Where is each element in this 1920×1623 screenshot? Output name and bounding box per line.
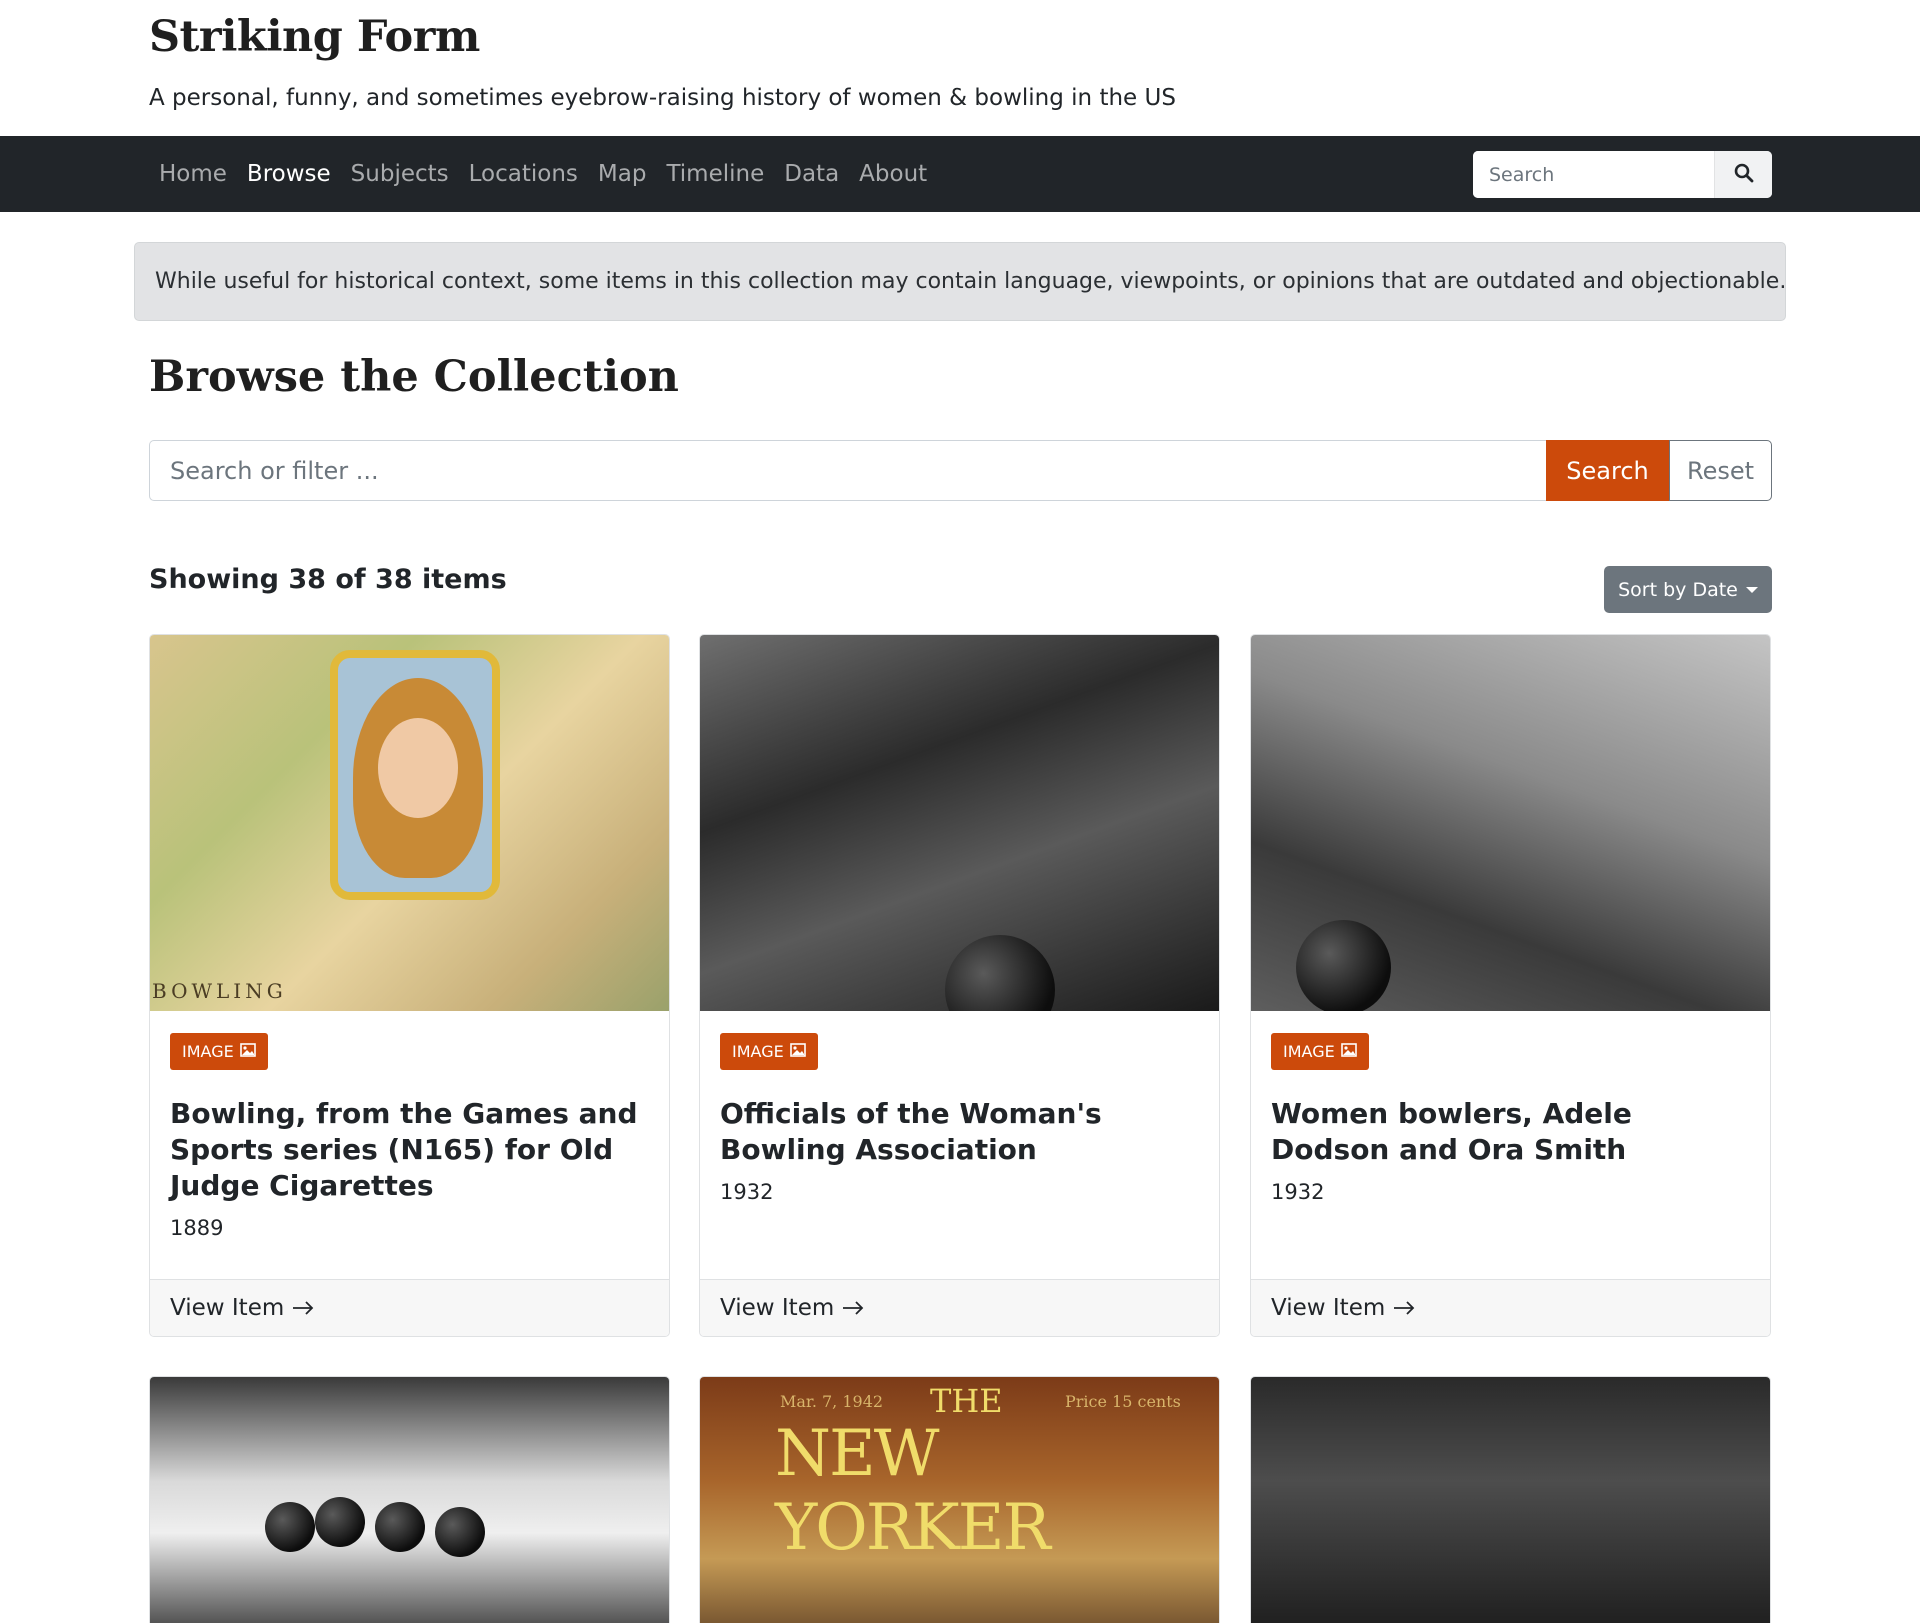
item-card (149, 1376, 670, 1623)
alert-text: While useful for historical context, som… (155, 269, 1787, 294)
item-thumbnail[interactable] (1251, 1377, 1770, 1623)
arrow-right-icon (1393, 1295, 1415, 1321)
view-item-label: View Item (170, 1295, 285, 1321)
arrow-right-icon (292, 1295, 314, 1321)
nav-item-data[interactable]: Data (774, 161, 849, 187)
type-badge: IMAGE (720, 1033, 818, 1070)
site-header: Striking Form A personal, funny, and som… (0, 0, 1920, 136)
image-icon (1340, 1042, 1357, 1061)
thumbnail-caption: BOWLING (152, 979, 287, 1003)
card-body: IMAGE Women bowlers, Adele Dodson and Or… (1251, 1011, 1770, 1279)
nav-item-home[interactable]: Home (149, 161, 237, 187)
item-card: BOWLING IMAGE Bowling, from the Games an… (149, 634, 670, 1337)
item-date: 1932 (1271, 1180, 1325, 1204)
item-thumbnail[interactable] (150, 1377, 669, 1623)
item-card: IMAGE Women bowlers, Adele Dodson and Or… (1250, 634, 1771, 1337)
filter-search-input[interactable] (149, 440, 1546, 501)
item-thumbnail[interactable]: BOWLING (150, 635, 669, 1011)
chevron-down-icon (1745, 586, 1758, 593)
badge-label: IMAGE (182, 1042, 234, 1061)
nav-search-input[interactable] (1473, 151, 1714, 198)
view-item-link[interactable]: View Item (700, 1279, 1219, 1336)
filter-search-group: Search Reset (149, 440, 1772, 501)
nav-item-locations[interactable]: Locations (459, 161, 588, 187)
results-count: Showing 38 of 38 items (149, 564, 507, 595)
cover-the: THE (930, 1382, 1003, 1420)
card-body: IMAGE Bowling, from the Games and Sports… (150, 1011, 669, 1279)
arrow-right-icon (842, 1295, 864, 1321)
item-date: 1932 (720, 1180, 774, 1204)
item-card: Mar. 7, 1942 THE Price 15 cents NEW YORK… (699, 1376, 1220, 1623)
badge-label: IMAGE (732, 1042, 784, 1061)
item-thumbnail[interactable]: Mar. 7, 1942 THE Price 15 cents NEW YORK… (700, 1377, 1219, 1623)
image-icon (789, 1042, 806, 1061)
item-title[interactable]: Women bowlers, Adele Dodson and Ora Smit… (1271, 1096, 1750, 1168)
sort-dropdown-button[interactable]: Sort by Date (1604, 566, 1772, 613)
view-item-link[interactable]: View Item (150, 1279, 669, 1336)
item-card: IMAGE Officials of the Woman's Bowling A… (699, 634, 1220, 1337)
site-title[interactable]: Striking Form (149, 12, 480, 62)
view-item-link[interactable]: View Item (1251, 1279, 1770, 1336)
nav-item-map[interactable]: Map (588, 161, 657, 187)
page-title: Browse the Collection (149, 352, 679, 402)
cover-date: Mar. 7, 1942 (780, 1392, 884, 1411)
item-thumbnail[interactable] (700, 635, 1219, 1011)
cover-price: Price 15 cents (1065, 1392, 1181, 1411)
nav-links: Home Browse Subjects Locations Map Timel… (149, 136, 937, 212)
nav-item-timeline[interactable]: Timeline (656, 161, 774, 187)
sort-label: Sort by Date (1618, 578, 1738, 601)
nav-search-group (1473, 151, 1772, 198)
site-tagline: A personal, funny, and sometimes eyebrow… (149, 85, 1176, 111)
filter-reset-button[interactable]: Reset (1669, 440, 1772, 501)
item-title[interactable]: Officials of the Woman's Bowling Associa… (720, 1096, 1199, 1168)
item-thumbnail[interactable] (1251, 635, 1770, 1011)
item-title[interactable]: Bowling, from the Games and Sports serie… (170, 1096, 649, 1204)
search-icon (1734, 163, 1754, 187)
item-card (1250, 1376, 1771, 1623)
nav-search-button[interactable] (1714, 151, 1772, 198)
badge-label: IMAGE (1283, 1042, 1335, 1061)
portrait-frame (330, 650, 500, 900)
cover-title: NEW YORKER (775, 1417, 1051, 1565)
card-body: IMAGE Officials of the Woman's Bowling A… (700, 1011, 1219, 1279)
nav-item-about[interactable]: About (849, 161, 937, 187)
type-badge: IMAGE (1271, 1033, 1369, 1070)
view-item-label: View Item (1271, 1295, 1386, 1321)
main-navbar: Home Browse Subjects Locations Map Timel… (0, 136, 1920, 212)
type-badge: IMAGE (170, 1033, 268, 1070)
filter-search-button[interactable]: Search (1546, 440, 1669, 501)
item-date: 1889 (170, 1216, 224, 1240)
view-item-label: View Item (720, 1295, 835, 1321)
nav-item-browse[interactable]: Browse (237, 161, 341, 187)
nav-item-subjects[interactable]: Subjects (341, 161, 459, 187)
content-warning-alert: While useful for historical context, som… (134, 242, 1786, 321)
image-icon (239, 1042, 256, 1061)
